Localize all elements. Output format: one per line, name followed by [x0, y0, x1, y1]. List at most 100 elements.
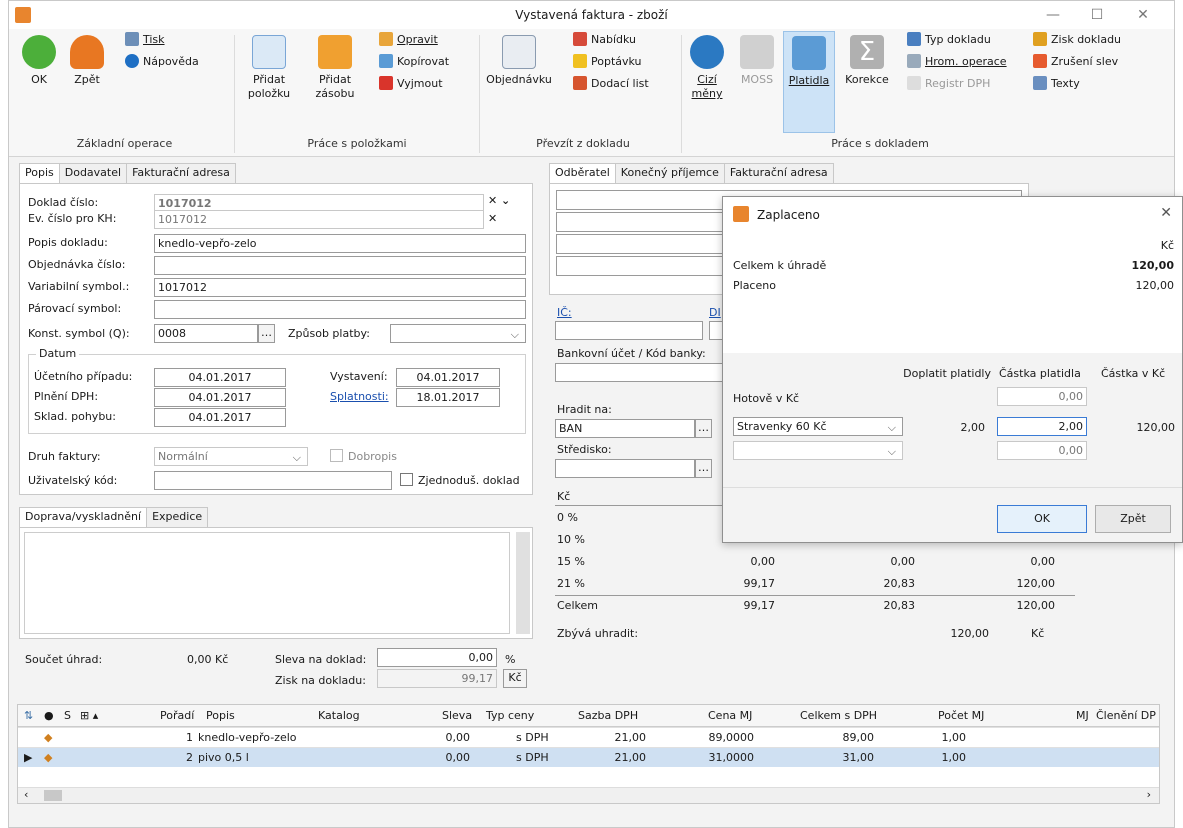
- cash-field[interactable]: 0,00: [997, 387, 1087, 406]
- dialog-close-icon[interactable]: ✕: [1160, 205, 1172, 221]
- kind-select[interactable]: Normální: [154, 447, 308, 466]
- col-s[interactable]: S: [64, 705, 71, 727]
- doc-type-button[interactable]: Typ dokladu: [907, 31, 991, 49]
- close-icon[interactable]: ✕: [1128, 5, 1158, 25]
- tab-fakturacni-adresa-r[interactable]: Fakturační adresa: [723, 163, 834, 183]
- ev-field[interactable]: 1017012: [154, 210, 484, 229]
- dialog-back-button[interactable]: Zpět: [1095, 505, 1171, 533]
- order-button[interactable]: Objednávku: [483, 35, 555, 87]
- scroll-right-icon[interactable]: ›: [1147, 788, 1151, 801]
- offer-button[interactable]: Nabídku: [573, 31, 636, 49]
- scroll-thumb[interactable]: [44, 790, 62, 801]
- case-date[interactable]: 04.01.2017: [154, 368, 286, 387]
- pair-field[interactable]: [154, 300, 526, 319]
- maximize-icon[interactable]: ☐: [1082, 5, 1112, 25]
- ic-field[interactable]: [555, 321, 703, 340]
- col-total[interactable]: Celkem s DPH: [800, 705, 877, 727]
- means-select-1[interactable]: Stravenky 60 Kč: [733, 417, 903, 436]
- edit-button[interactable]: Opravit: [379, 31, 438, 49]
- means-amount-2[interactable]: 0,00: [997, 441, 1087, 460]
- texts-button[interactable]: Texty: [1033, 75, 1080, 93]
- total-label: Celkem: [557, 599, 598, 612]
- tab-konecny-prijemce[interactable]: Konečný příjemce: [614, 163, 725, 183]
- pay-to-browse-button[interactable]: …: [695, 419, 712, 438]
- pay-select[interactable]: [390, 324, 526, 343]
- clear-ev-icon[interactable]: ✕: [488, 212, 497, 225]
- center-field[interactable]: [555, 459, 695, 478]
- add-item-icon: [252, 35, 286, 69]
- col-order[interactable]: Pořadí: [160, 705, 194, 727]
- bulk-button[interactable]: Hrom. operace: [907, 53, 1007, 71]
- transport-textarea[interactable]: [24, 532, 510, 634]
- order-field[interactable]: [154, 256, 526, 275]
- col-qty[interactable]: Počet MJ: [938, 705, 984, 727]
- const-field[interactable]: 0008: [154, 324, 258, 343]
- issue-date[interactable]: 04.01.2017: [396, 368, 500, 387]
- total-total: 120,00: [1016, 599, 1056, 612]
- foreign-currency-button[interactable]: Cizí měny: [685, 35, 729, 101]
- col-price-type[interactable]: Typ ceny: [486, 705, 534, 727]
- tab-expedice[interactable]: Expedice: [146, 507, 209, 527]
- profit-button[interactable]: Zisk dokladu: [1033, 31, 1121, 49]
- payments-button[interactable]: Platidla: [783, 31, 835, 133]
- due-date[interactable]: 18.01.2017: [396, 388, 500, 407]
- dic-label[interactable]: DI: [709, 306, 721, 319]
- pay-to-field[interactable]: BAN: [555, 419, 695, 438]
- rate-21-total: 120,00: [1016, 577, 1056, 590]
- var-field[interactable]: 1017012: [154, 278, 526, 297]
- tab-fakturacni-adresa[interactable]: Fakturační adresa: [126, 163, 236, 183]
- center-browse-button[interactable]: …: [695, 459, 712, 478]
- bank-field[interactable]: [555, 363, 729, 382]
- ic-label[interactable]: IČ:: [557, 306, 572, 319]
- tab-odberatel[interactable]: Odběratel: [549, 163, 616, 183]
- center-label: Středisko:: [557, 443, 612, 456]
- moss-button[interactable]: MOSS: [735, 35, 779, 87]
- col-unit[interactable]: MJ: [1076, 705, 1089, 727]
- back-button[interactable]: Zpět: [65, 35, 109, 87]
- add-item-button[interactable]: Přidat položku: [239, 35, 299, 101]
- user-code-field[interactable]: [154, 471, 392, 490]
- vat-date[interactable]: 04.01.2017: [154, 388, 286, 407]
- means-select-2[interactable]: [733, 441, 903, 460]
- tree-icon[interactable]: ⊞ ▴: [80, 705, 98, 727]
- const-browse-button[interactable]: …: [258, 324, 275, 343]
- demand-button[interactable]: Poptávku: [573, 53, 642, 71]
- discount-field[interactable]: 0,00: [377, 648, 497, 667]
- col-unit-price[interactable]: Cena MJ: [708, 705, 752, 727]
- scroll-left-icon[interactable]: ‹: [24, 788, 28, 801]
- help-button[interactable]: Nápověda: [125, 53, 199, 71]
- correction-button[interactable]: Σ Korekce: [841, 35, 893, 87]
- ok-button[interactable]: OK: [17, 35, 61, 87]
- delivery-button[interactable]: Dodací list: [573, 75, 649, 93]
- currency-button[interactable]: Kč: [503, 669, 527, 688]
- minimize-icon[interactable]: —: [1038, 5, 1068, 25]
- add-stock-button[interactable]: Přidat zásobu: [305, 35, 365, 101]
- table-row[interactable]: ◆ 1 knedlo-vepřo-zelo 0,00 s DPH 21,00 8…: [18, 727, 1159, 747]
- sort-icon[interactable]: ⇅: [24, 705, 33, 727]
- transport-scrollbar[interactable]: [516, 532, 530, 634]
- tab-popis[interactable]: Popis: [19, 163, 60, 183]
- simple-checkbox[interactable]: [400, 473, 413, 486]
- grid-hscrollbar[interactable]: ‹ ›: [18, 787, 1159, 803]
- desc-field[interactable]: knedlo-vepřo-zelo: [154, 234, 526, 253]
- dialog-ok-button[interactable]: OK: [997, 505, 1087, 533]
- col-catalog[interactable]: Katalog: [318, 705, 360, 727]
- copy-button[interactable]: Kopírovat: [379, 53, 449, 71]
- cut-button[interactable]: Vyjmout: [379, 75, 443, 93]
- clear-icon[interactable]: ✕ ⌄: [488, 194, 510, 207]
- col-desc[interactable]: Popis: [206, 705, 235, 727]
- stock-date[interactable]: 04.01.2017: [154, 408, 286, 427]
- tab-dodavatel[interactable]: Dodavatel: [58, 163, 128, 183]
- col-vat[interactable]: Sazba DPH: [578, 705, 638, 727]
- vat-register-button[interactable]: Registr DPH: [907, 75, 990, 93]
- cancel-discount-button[interactable]: Zrušení slev: [1033, 53, 1118, 71]
- credit-checkbox[interactable]: [330, 449, 343, 462]
- print-button[interactable]: Tisk: [125, 31, 165, 49]
- tab-doprava[interactable]: Doprava/vyskladnění: [19, 507, 148, 527]
- col-vat-split[interactable]: Členění DP: [1096, 705, 1156, 727]
- title-bar: Vystavená faktura - zboží — ☐ ✕: [9, 1, 1174, 29]
- table-row[interactable]: ▶ ◆ 2 pivo 0,5 l 0,00 s DPH 21,00 31,000…: [18, 747, 1159, 767]
- means-amount-1[interactable]: 2,00: [997, 417, 1087, 436]
- due-label[interactable]: Splatnosti:: [330, 390, 389, 403]
- col-discount[interactable]: Sleva: [442, 705, 472, 727]
